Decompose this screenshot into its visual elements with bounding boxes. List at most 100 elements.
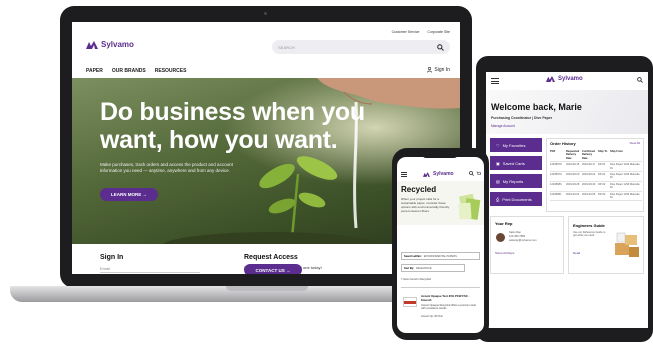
search-within-label: Search within: — [404, 254, 422, 258]
table-cell: 2023-08-22 — [582, 173, 596, 177]
sort-by-select[interactable]: Sort By: RELEVANCE — [401, 264, 465, 272]
sign-in-title: Sign In — [100, 254, 124, 261]
table-cell: 2023-08-17 — [582, 163, 596, 167]
cart-icon: ▣ — [496, 160, 500, 166]
guide-text: Use our Reference Guide to get what you … — [573, 231, 606, 238]
table-cell: Dive Paper 1234 Mainsite Dr. — [610, 163, 640, 170]
nav-paper[interactable]: PAPER — [86, 68, 103, 74]
product-card[interactable]: Accent Opaque Text 30% PCW FSC - Smooth … — [401, 293, 480, 331]
paper-boxes-illustration — [615, 232, 639, 257]
nav-resources[interactable]: RESOURCES — [155, 68, 187, 74]
table-header-row: PO# Requested Delivery Date Confirmed Deli… — [550, 149, 642, 163]
laptop-opening-notch — [226, 286, 308, 291]
brand-name: Sylvamo — [101, 40, 134, 49]
search-within-select[interactable]: Search within: ENVIRONMENTAL PAPERS — [401, 252, 480, 260]
main-nav: PAPER OUR BRANDS RESOURCES — [86, 68, 186, 74]
email-label: Email — [100, 266, 111, 271]
heart-icon: ♡ — [496, 142, 500, 148]
phone-cart-icon[interactable] — [476, 171, 481, 176]
print-documents-button[interactable]: ⎙ Print Documents — [490, 192, 542, 206]
table-cell: DP-02 — [598, 192, 606, 196]
my-favorites-button[interactable]: ♡ My Favorites — [490, 138, 542, 152]
recycled-papers-illustration — [458, 193, 481, 220]
phone-search-icon[interactable] — [469, 171, 474, 176]
phone-speaker-notch — [422, 152, 458, 158]
sort-by-value: RELEVANCE — [416, 266, 432, 270]
saved-carts-button[interactable]: ▣ Saved Carts — [490, 156, 542, 170]
engineers-guide-card: Engineers Guide Use our Reference Guide … — [568, 216, 644, 274]
search-input[interactable]: SEARCH — [272, 40, 450, 54]
table-cell: 12345679 — [550, 173, 562, 177]
phone-brand-name: Sylvamo — [433, 171, 454, 177]
sign-in-label: Sign In — [434, 67, 450, 73]
request-access-title: Request Access — [244, 254, 298, 261]
table-header-cell: Ship To — [598, 150, 608, 153]
hero-headline-line1: Do business when you — [100, 98, 365, 126]
order-history-table: PO# Requested Delivery Date Confirmed Deli… — [550, 149, 642, 202]
product-name[interactable]: Accent Opaque Text 30% PCW FSC - Smooth — [421, 294, 479, 302]
print-documents-label: Print Documents — [502, 196, 532, 202]
sylvamo-logo[interactable]: Sylvamo — [86, 40, 134, 49]
welcome-heading: Welcome back, Marie — [491, 102, 582, 112]
show-all-reps-link[interactable]: Show All Reps — [495, 251, 514, 255]
view-all-link[interactable]: View All — [630, 141, 640, 145]
category-description: When your project calls for a sustainabl… — [401, 197, 450, 213]
sign-in-link[interactable]: Sign In — [427, 67, 450, 73]
customer-service-link[interactable]: Customer Service — [392, 30, 420, 34]
phone-sylvamo-logo[interactable]: Sylvamo — [423, 171, 454, 177]
order-history-card: Order History View All PO# Requested Deli… — [546, 138, 644, 212]
guide-read-link[interactable]: Read — [573, 251, 580, 255]
saved-carts-label: Saved Carts — [502, 160, 525, 166]
table-header-cell: Ship From — [610, 150, 623, 153]
hero-body: Make purchases, track orders and access … — [100, 162, 280, 174]
tablet-search-icon[interactable] — [637, 77, 643, 83]
table-header-cell: PO# — [550, 150, 556, 153]
table-cell: 12345678 — [550, 163, 562, 167]
search-within-value: ENVIRONMENTAL PAPERS — [423, 254, 457, 258]
hero-headline-line2: want, how you want. — [100, 126, 338, 154]
search-icon[interactable] — [437, 43, 444, 51]
email-field[interactable] — [100, 272, 200, 273]
my-reports-button[interactable]: ▤ My Reports — [490, 174, 542, 188]
table-row[interactable]: 12345680 2023-08-28 2023-08-30 DP-02 Dive Pa… — [550, 182, 642, 192]
search-placeholder: SEARCH — [278, 44, 295, 50]
table-cell: 12345681 — [550, 192, 562, 196]
hero-headline: Do business when you want, how you want. — [100, 98, 365, 154]
table-cell: 12345680 — [550, 182, 562, 186]
role-text: Purchasing Coordinator | Dive Paper — [491, 116, 553, 120]
learn-more-button[interactable]: LEARN MORE → — [100, 188, 158, 201]
table-row[interactable]: 12345681 2023-09-02 2023-09-05 DP-02 Dive Pa… — [550, 192, 642, 202]
divider — [401, 287, 480, 288]
order-history-title: Order History — [550, 141, 576, 146]
guide-title: Engineers Guide — [573, 223, 605, 228]
table-cell: Dive Paper 1234 Mainsite Dr. — [610, 182, 640, 190]
tablet-screen: Sylvamo Welcome back, Marie Purchasing C… — [486, 72, 648, 328]
table-header-cell: Requested Delivery Date — [566, 150, 580, 160]
nav-our-brands[interactable]: OUR BRANDS — [112, 68, 146, 74]
hero-body-line2: information you need — anytime, anywhere… — [100, 168, 230, 173]
user-icon — [427, 67, 433, 73]
avatar — [496, 233, 505, 242]
reports-icon: ▤ — [496, 178, 500, 184]
sylvamo-mark-icon — [86, 40, 98, 49]
table-cell: 2023-09-05 — [582, 192, 596, 196]
utility-links: Customer Service Corporate Site — [392, 30, 450, 34]
table-cell: 2023-08-15 — [566, 163, 580, 167]
my-reports-label: My Reports — [502, 178, 524, 184]
product-variant: Accent Op: 80 Text — [421, 315, 443, 318]
table-cell: Dive Paper 1234 Mainsite Dr. — [610, 192, 640, 200]
table-cell: 2023-09-02 — [566, 192, 580, 196]
contact-us-button[interactable]: CONTACT US → — [244, 264, 302, 274]
table-header-cell: Confirmed Delivery Date — [582, 150, 595, 160]
rep-email: salesrep@sylvamo.com — [509, 239, 537, 242]
print-icon: ⎙ — [496, 196, 500, 202]
table-row[interactable]: 12345679 2023-08-20 2023-08-22 DP-01 Dive Pa… — [550, 172, 642, 182]
phone-menu-icon[interactable] — [401, 172, 407, 178]
corporate-site-link[interactable]: Corporate Site — [427, 30, 450, 34]
sylvamo-mark-icon — [423, 171, 430, 177]
table-row[interactable]: 12345678 2023-08-15 2023-08-17 DP-01 Dive Pa… — [550, 162, 642, 173]
manage-account-link[interactable]: Manage Account — [491, 124, 515, 128]
menu-icon[interactable] — [491, 78, 499, 84]
tablet-sylvamo-logo[interactable]: Sylvamo — [546, 76, 583, 82]
product-description: Accent Opaque Recycled offers a premium … — [421, 304, 476, 311]
